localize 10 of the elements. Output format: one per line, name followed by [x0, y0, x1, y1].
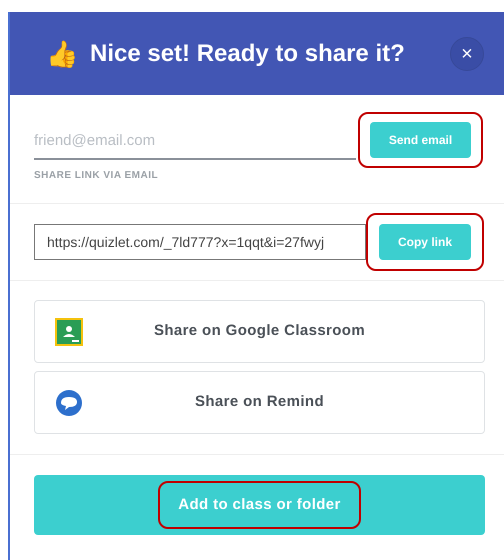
chat-bubble-icon: [55, 388, 83, 416]
close-button[interactable]: ×: [450, 36, 484, 70]
thumbs-up-emoji: 👍: [46, 40, 78, 66]
dialog-title: Nice set! Ready to share it?: [90, 38, 405, 68]
classroom-board-icon: [55, 318, 83, 346]
share-button[interactable]: Share on Google Classroom: [34, 300, 485, 363]
share-button[interactable]: Share on Remind: [34, 371, 485, 434]
field-label: SHARE LINK VIA EMAIL: [34, 169, 160, 183]
link-field[interactable]: https://quizlet.com/_7ld777?x=1qqt&i=27fwyj: [34, 224, 366, 260]
email-field[interactable]: friend@email.com: [34, 122, 356, 160]
